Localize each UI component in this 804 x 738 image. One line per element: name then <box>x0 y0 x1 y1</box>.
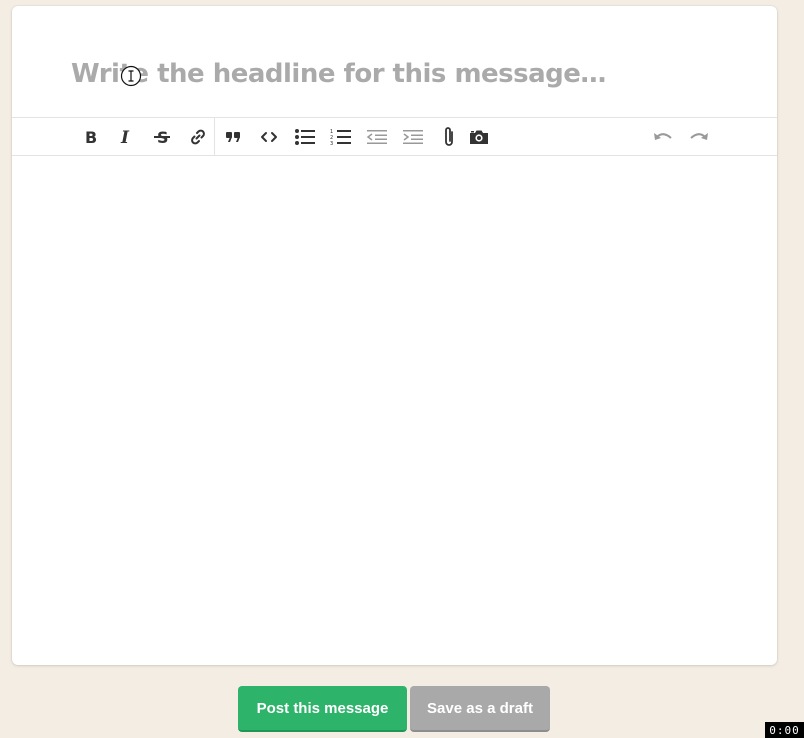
svg-text:I: I <box>120 129 130 145</box>
undo-button[interactable] <box>648 118 678 155</box>
recording-timer: 0:00 <box>765 722 804 738</box>
strikethrough-icon: S <box>154 128 170 146</box>
bullet-list-icon <box>295 128 315 145</box>
svg-text:3: 3 <box>330 141 333 146</box>
bold-icon: B <box>85 129 97 145</box>
svg-text:B: B <box>85 129 97 145</box>
camera-icon <box>470 130 488 144</box>
toolbar-divider <box>214 118 215 155</box>
text-cursor-icon <box>120 65 142 87</box>
outdent-button[interactable] <box>362 118 392 155</box>
outdent-icon <box>366 129 387 144</box>
image-button[interactable] <box>464 118 494 155</box>
paperclip-icon <box>445 126 453 146</box>
numbered-list-button[interactable]: 1 2 3 <box>326 118 356 155</box>
code-icon <box>261 131 277 142</box>
message-composer: B I S <box>12 6 777 665</box>
bold-button[interactable]: B <box>75 118 105 155</box>
quote-button[interactable] <box>218 118 248 155</box>
code-button[interactable] <box>254 118 284 155</box>
indent-icon <box>403 129 423 144</box>
redo-button[interactable] <box>684 118 714 155</box>
strikethrough-button[interactable]: S <box>147 118 177 155</box>
message-body-editor[interactable] <box>12 155 777 665</box>
quote-icon <box>226 131 240 142</box>
italic-button[interactable]: I <box>111 118 141 155</box>
link-icon <box>191 129 205 144</box>
attach-button[interactable] <box>434 118 464 155</box>
undo-icon <box>654 132 672 140</box>
save-draft-button[interactable]: Save as a draft <box>410 686 550 732</box>
numbered-list-icon: 1 2 3 <box>330 129 351 146</box>
redo-icon <box>690 132 708 140</box>
bullet-list-button[interactable] <box>290 118 320 155</box>
link-button[interactable] <box>183 118 213 155</box>
indent-button[interactable] <box>398 118 428 155</box>
italic-icon: I <box>120 129 130 145</box>
formatting-toolbar: B I S 1 2 3 <box>12 117 777 156</box>
post-message-button[interactable]: Post this message <box>238 686 407 732</box>
headline-input[interactable] <box>71 54 751 94</box>
